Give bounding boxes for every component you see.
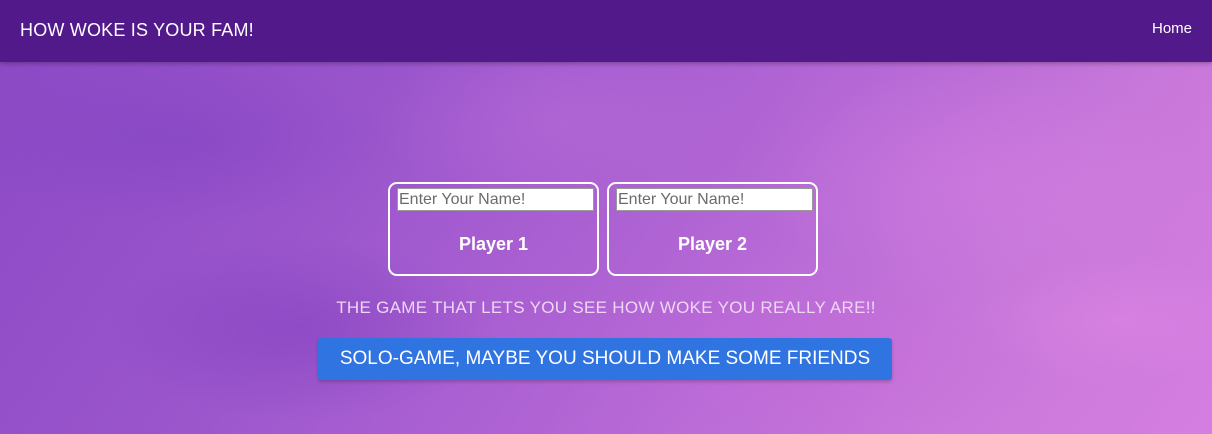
tagline: THE GAME THAT LETS YOU SEE HOW WOKE YOU … bbox=[336, 298, 876, 317]
player-1-card: Player 1 bbox=[388, 182, 599, 276]
solo-game-button[interactable]: SOLO-GAME, MAYBE YOU SHOULD MAKE SOME FR… bbox=[318, 338, 892, 380]
player-2-label: Player 2 bbox=[677, 234, 748, 254]
player-1-label: Player 1 bbox=[458, 234, 529, 254]
home-link[interactable]: Home bbox=[1152, 20, 1192, 37]
player-2-name-input[interactable] bbox=[616, 188, 813, 211]
player-cards: Player 1 Player 2 bbox=[388, 182, 824, 278]
player-1-name-input[interactable] bbox=[397, 188, 594, 211]
brand-title[interactable]: HOW WOKE IS YOUR FAM! bbox=[20, 20, 254, 41]
top-navbar: HOW WOKE IS YOUR FAM! Home bbox=[0, 0, 1212, 62]
player-2-card: Player 2 bbox=[607, 182, 818, 276]
